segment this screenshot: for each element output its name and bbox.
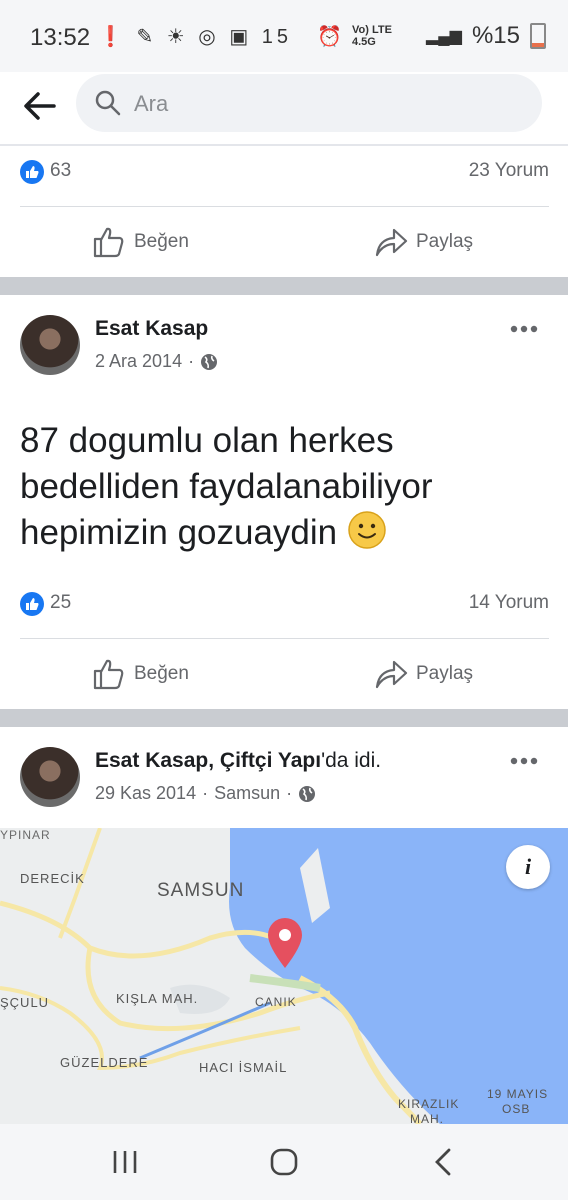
author-name[interactable]: Esat Kasap [95, 749, 208, 772]
reactions-summary[interactable]: 63 23 Yorum [0, 142, 568, 202]
mute-icon: ✎ [136, 26, 158, 48]
map-label: OSB [502, 1102, 531, 1116]
map-label: HACI İSMAİL [199, 1060, 288, 1075]
globe-icon [201, 353, 218, 370]
search-header [0, 72, 568, 146]
signal-icon: ▂▄▆ [426, 28, 462, 45]
author-name[interactable]: Esat Kasap [95, 317, 208, 341]
smile-emoji [347, 510, 387, 550]
place-suffix: 'da idi. [321, 749, 382, 772]
thumbs-up-icon [93, 227, 124, 258]
like-label: Beğen [134, 231, 189, 252]
post-actions: Beğen Paylaş [0, 207, 568, 277]
like-label: Beğen [134, 663, 189, 684]
comment-count[interactable]: 23 Yorum [469, 160, 549, 182]
back-arrow-icon[interactable] [20, 86, 60, 126]
place-link[interactable]: Çiftçi Yapı [220, 749, 321, 772]
system-nav-bar [0, 1124, 568, 1200]
map-label: YPINAR [0, 828, 51, 842]
info-icon: i [524, 854, 532, 879]
home-icon[interactable] [269, 1147, 299, 1177]
map-label: GÜZELDERE [60, 1055, 149, 1070]
reactions-summary[interactable]: 25 14 Yorum [0, 574, 568, 634]
map-label: SAMSUN [157, 880, 245, 901]
share-button[interactable]: Paylaş [374, 639, 473, 709]
feed-separator [0, 709, 568, 727]
share-button[interactable]: Paylaş [374, 207, 473, 277]
location-map[interactable]: YPINAR DERECİK SAMSUN ŞÇULU KIŞLA MAH. C… [0, 828, 568, 1124]
status-bar: 13:52 ❗ ✎ ☀ ◎ ▣ 15 ⏰ Vo) LTE 4.5G ▂▄▆ %1… [0, 0, 568, 72]
bug-icon: ☀ [166, 26, 189, 48]
feed-separator [0, 277, 568, 295]
status-right: ⏰ Vo) LTE 4.5G ▂▄▆ %15 [317, 22, 546, 50]
battery-label: %15 [471, 22, 520, 49]
search-input[interactable] [132, 86, 516, 122]
like-button[interactable]: Beğen [92, 639, 189, 709]
map-label: ŞÇULU [0, 995, 50, 1010]
post-header: Esat Kasap 2 Ara 2014 · [0, 295, 568, 385]
avatar[interactable] [20, 315, 80, 375]
post-actions: Beğen Paylaş [0, 639, 568, 709]
map-label: 19 MAYIS [487, 1087, 549, 1101]
post-header: Esat Kasap, Çiftçi Yapı'da idi. 29 Kas 2… [0, 727, 568, 817]
battery-icon [530, 23, 546, 49]
post-date[interactable]: 2 Ara 2014 [95, 351, 182, 372]
alert-icon: ❗ [98, 26, 127, 48]
like-reaction-icon [20, 592, 44, 616]
back-icon[interactable] [432, 1147, 454, 1177]
network-label: Vo) LTE 4.5G [352, 24, 392, 48]
map-label: KIŞLA MAH. [116, 991, 199, 1006]
thumbs-up-icon [93, 659, 124, 690]
post-date[interactable]: 29 Kas 2014 [95, 783, 196, 804]
post-meta: 29 Kas 2014 · Samsun · [95, 783, 316, 804]
reaction-count: 63 [50, 160, 72, 181]
post-location[interactable]: Samsun [214, 783, 280, 804]
search-box[interactable] [76, 74, 542, 132]
post-meta: 2 Ara 2014 · [95, 351, 218, 372]
instagram-icon: ▣ [229, 26, 253, 48]
map-label: DERECİK [20, 871, 85, 886]
author-line: Esat Kasap, Çiftçi Yapı'da idi. [95, 749, 382, 772]
map-label: MAH. [410, 1112, 444, 1124]
like-button[interactable]: Beğen [92, 207, 189, 277]
reaction-count: 25 [50, 592, 72, 613]
more-options-icon[interactable] [510, 757, 538, 765]
map-info-button[interactable]: i [506, 845, 550, 889]
avatar[interactable] [20, 747, 80, 807]
comment-count[interactable]: 14 Yorum [469, 592, 549, 614]
notification-count: 15 [261, 26, 293, 48]
like-reaction-icon [20, 160, 44, 184]
map-label: KIRAZLIK [398, 1097, 460, 1111]
map-graphic [0, 828, 568, 1124]
more-options-icon[interactable] [510, 325, 538, 333]
recent-apps-icon[interactable] [110, 1149, 140, 1175]
globe-icon [299, 785, 316, 802]
share-icon [375, 228, 408, 257]
alarm-icon: ⏰ [317, 25, 342, 48]
map-label: CANIK [255, 995, 297, 1009]
share-label: Paylaş [416, 663, 474, 684]
search-icon [95, 90, 121, 116]
status-time: 13:52 [30, 24, 91, 51]
share-label: Paylaş [416, 231, 474, 252]
chrome-icon: ◎ [198, 26, 220, 48]
notification-icons: ❗ ✎ ☀ ◎ ▣ 15 [98, 24, 292, 49]
share-icon [375, 660, 408, 689]
post-text: 87 dogumlu olan herkes bedelliden faydal… [20, 418, 550, 556]
